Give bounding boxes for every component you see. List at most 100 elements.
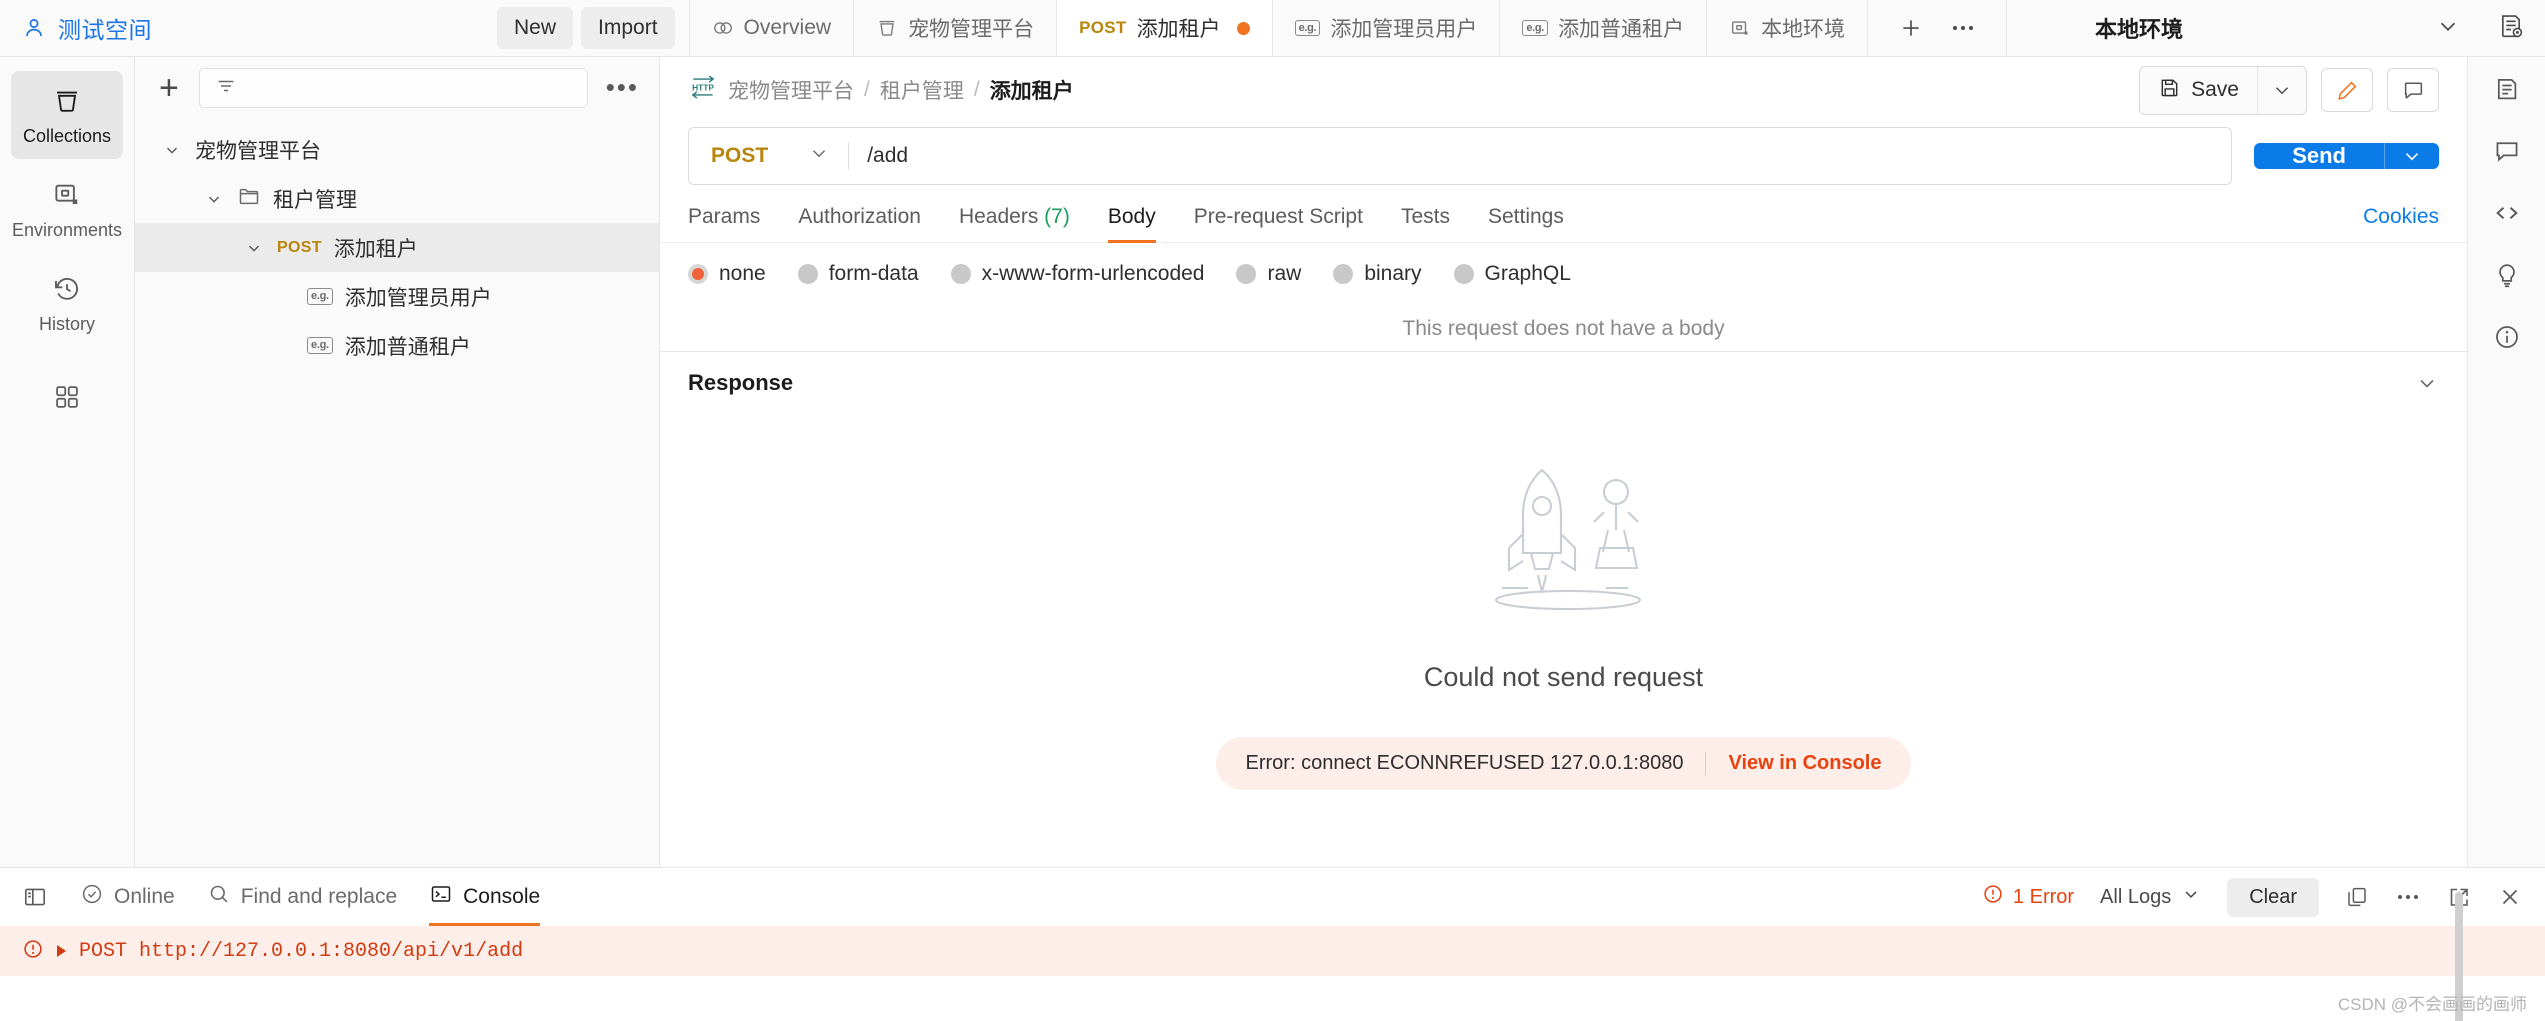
error-count-label: 1 Error xyxy=(2012,885,2075,908)
clear-console-button[interactable]: Clear xyxy=(2227,877,2319,917)
chevron-down-icon[interactable] xyxy=(243,239,265,257)
import-button[interactable]: Import xyxy=(581,7,675,49)
tree-item-label: 宠物管理平台 xyxy=(195,139,321,163)
sidebar-item-history[interactable]: History xyxy=(11,259,123,347)
chevron-down-icon[interactable] xyxy=(2435,13,2461,44)
documentation-icon[interactable] xyxy=(2493,75,2521,103)
body-type-none[interactable]: none xyxy=(688,262,766,286)
save-options-caret[interactable] xyxy=(2257,66,2306,114)
breadcrumb-item-collection[interactable]: 宠物管理平台 xyxy=(728,75,854,105)
body-type-urlencoded[interactable]: x-www-form-urlencoded xyxy=(950,262,1205,286)
breadcrumb-bar: HTTP 宠物管理平台 / 租户管理 / 添加租户 Save xyxy=(660,57,2467,123)
tab-request-add-tenant[interactable]: POST 添加租户 xyxy=(1057,0,1273,56)
example-icon: e.g. xyxy=(307,288,333,305)
tree-item-example-normal-tenant[interactable]: e.g. 添加普通租户 xyxy=(135,321,659,370)
lightbulb-icon[interactable] xyxy=(2493,261,2521,289)
unsaved-dot-icon[interactable] xyxy=(1236,21,1250,35)
method-selector[interactable]: POST xyxy=(689,142,848,170)
copy-icon[interactable] xyxy=(2345,885,2369,909)
body-type-label: none xyxy=(719,262,766,285)
chevron-down-icon xyxy=(2181,884,2201,910)
send-button[interactable]: Send xyxy=(2254,143,2384,169)
tree-item-label: 添加普通租户 xyxy=(344,335,471,359)
tree-item-request-add-tenant[interactable]: POST 添加租户 xyxy=(135,223,659,272)
rail-label: Environments xyxy=(11,219,123,240)
workspace-switcher[interactable]: 测试空间 xyxy=(0,0,497,56)
tab-settings[interactable]: Settings xyxy=(1488,205,1564,242)
breadcrumb-separator: / xyxy=(973,78,980,101)
new-tab-plus-icon[interactable] xyxy=(1898,15,1924,41)
body-type-label: x-www-form-urlencoded xyxy=(981,262,1205,285)
body-type-binary[interactable]: binary xyxy=(1333,262,1422,286)
close-icon[interactable] xyxy=(2497,884,2523,910)
tab-method: POST xyxy=(1079,18,1127,37)
edit-pencil-button[interactable] xyxy=(2321,68,2373,112)
tree-item-example-admin-user[interactable]: e.g. 添加管理员用户 xyxy=(135,272,659,321)
breadcrumb-item-folder[interactable]: 租户管理 xyxy=(880,75,964,105)
expand-triangle-icon[interactable] xyxy=(57,945,66,957)
console-more-options-icon[interactable] xyxy=(2395,890,2421,904)
body-type-graphql[interactable]: GraphQL xyxy=(1453,262,1571,286)
chevron-down-icon[interactable] xyxy=(203,190,225,208)
environment-selector[interactable]: 本地环境 xyxy=(2067,0,2487,56)
all-logs-filter[interactable]: All Logs xyxy=(2100,884,2201,910)
error-text: Error: connect ECONNREFUSED 127.0.0.1:80… xyxy=(1245,752,1684,774)
no-body-message: This request does not have a body xyxy=(1402,317,1725,340)
tab-example-normal-tenant[interactable]: e.g. 添加普通租户 xyxy=(1500,0,1708,56)
error-count[interactable]: 1 Error xyxy=(1982,883,2074,911)
sidebar-item-environments[interactable]: Environments xyxy=(11,165,123,253)
could-not-send-message: Could not send request xyxy=(1423,662,1704,692)
sidebar-more-options-icon[interactable]: ••• xyxy=(602,75,643,100)
tab-tests[interactable]: Tests xyxy=(1401,205,1450,242)
tab-headers[interactable]: Headers (7) xyxy=(959,205,1070,242)
create-new-icon[interactable]: + xyxy=(153,71,185,105)
watermark: CSDN @不会画画的画师 xyxy=(2337,995,2527,1014)
body-type-form-data[interactable]: form-data xyxy=(797,262,919,286)
tree-item-folder[interactable]: 租户管理 xyxy=(135,174,659,223)
sidebar-filter-input[interactable] xyxy=(198,68,588,108)
chevron-down-icon[interactable] xyxy=(161,141,183,159)
save-button[interactable]: Save xyxy=(2140,67,2257,114)
tab-environment-local[interactable]: 本地环境 xyxy=(1707,0,1869,56)
comments-icon[interactable] xyxy=(2493,137,2521,165)
body-type-raw[interactable]: raw xyxy=(1236,262,1301,286)
main-pane: HTTP 宠物管理平台 / 租户管理 / 添加租户 Save POST /add… xyxy=(660,57,2545,1021)
code-snippet-icon[interactable] xyxy=(2493,199,2521,227)
body-type-label: raw xyxy=(1267,262,1302,285)
breadcrumb-separator: / xyxy=(864,78,870,101)
environment-quick-look-icon[interactable] xyxy=(2497,12,2525,45)
online-status[interactable]: Online xyxy=(80,868,175,926)
example-icon: e.g. xyxy=(1294,19,1321,37)
console-tab[interactable]: Console xyxy=(429,868,541,926)
history-icon xyxy=(52,272,82,306)
tab-authorization[interactable]: Authorization xyxy=(798,205,921,242)
new-button[interactable]: New xyxy=(497,7,574,49)
tab-more-options-icon[interactable] xyxy=(1950,21,1976,35)
breadcrumb: HTTP 宠物管理平台 / 租户管理 / 添加租户 xyxy=(688,73,1074,107)
environment-icon xyxy=(52,178,82,212)
tab-example-admin-user[interactable]: e.g. 添加管理员用户 xyxy=(1272,0,1501,56)
response-collapse-icon[interactable] xyxy=(2415,371,2439,395)
sidebar-item-apps[interactable] xyxy=(11,353,123,441)
tab-body[interactable]: Body xyxy=(1107,205,1156,243)
comment-button[interactable] xyxy=(2387,68,2439,112)
body-type-label: GraphQL xyxy=(1484,262,1571,285)
cookies-link[interactable]: Cookies xyxy=(2363,205,2439,242)
find-and-replace-button[interactable]: Find and replace xyxy=(207,868,397,926)
tab-pre-request-script[interactable]: Pre-request Script xyxy=(1194,205,1363,242)
tab-params[interactable]: Params xyxy=(688,205,760,242)
error-circle-icon xyxy=(22,938,44,965)
send-group: Send xyxy=(2254,143,2439,169)
console-log-row[interactable]: POST http://127.0.0.1:8080/api/v1/add xyxy=(0,926,2545,976)
tab-overview[interactable]: Overview xyxy=(688,0,855,56)
info-circle-icon[interactable] xyxy=(2493,323,2521,351)
view-in-console-link[interactable]: View in Console xyxy=(1705,752,1881,775)
tree-item-collection[interactable]: 宠物管理平台 xyxy=(135,125,659,174)
tab-collection-pet-platform[interactable]: 宠物管理平台 xyxy=(854,0,1058,56)
toggle-sidebar-icon[interactable] xyxy=(22,884,48,910)
url-input[interactable] xyxy=(849,144,2232,168)
tab-label: 添加管理员用户 xyxy=(1330,18,1478,41)
sidebar-item-collections[interactable]: Collections xyxy=(11,71,123,159)
folder-icon xyxy=(237,184,261,214)
send-options-caret[interactable] xyxy=(2384,143,2439,169)
